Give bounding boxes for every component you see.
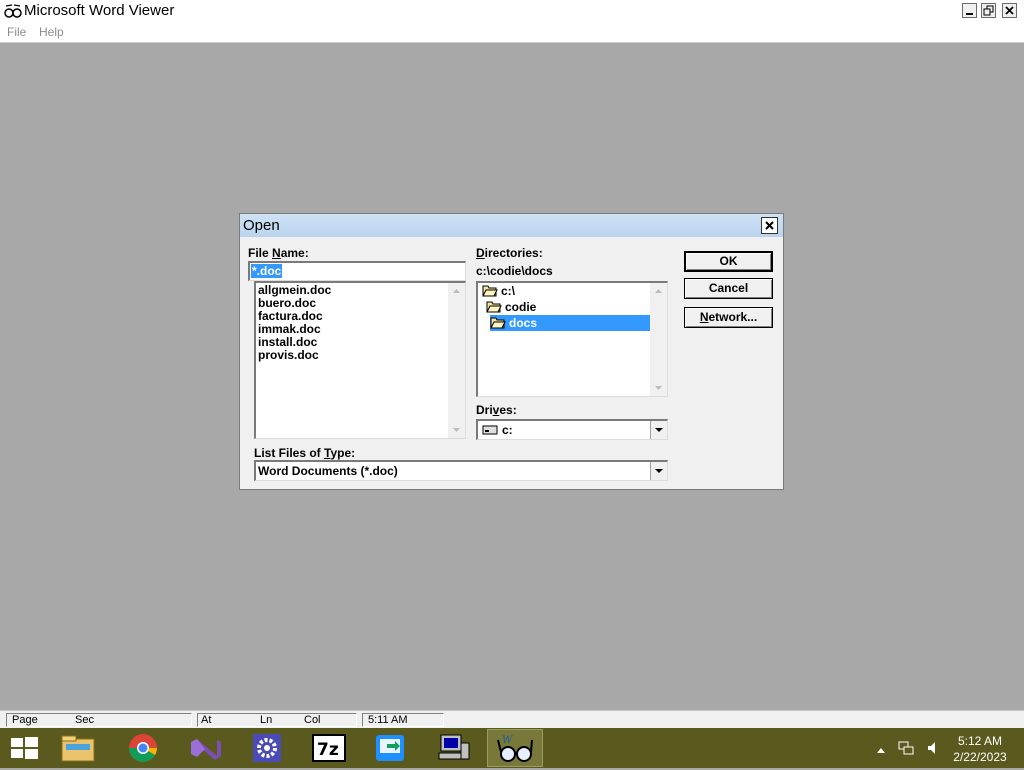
hard-drive-icon — [482, 424, 498, 439]
drives-dropdown[interactable]: c: — [476, 419, 668, 440]
taskbar-file-explorer[interactable] — [50, 729, 106, 767]
taskbar-remote-app[interactable] — [363, 729, 419, 767]
dialog-titlebar: Open — [240, 214, 783, 237]
file-list-scrollbar[interactable] — [448, 283, 465, 438]
taskbar-7zip[interactable]: 7z — [301, 729, 357, 767]
status-time: 5:11 AM — [368, 714, 408, 726]
taskbar: 7z W 5:12 AM 2/22/2023 — [0, 728, 1024, 768]
taskbar-visual-studio[interactable] — [177, 729, 233, 767]
glasses-icon: W — [497, 735, 533, 762]
file-name-input[interactable]: *.doc — [248, 261, 466, 281]
show-hidden-icons-icon[interactable] — [876, 743, 886, 757]
ok-button[interactable]: OK — [684, 251, 773, 272]
open-dialog: Open File Name: *.doc allgmein.doc buero… — [239, 213, 784, 490]
directory-item-root[interactable]: c:\ — [482, 283, 515, 299]
menu-bar: File Help — [0, 22, 1024, 43]
taskbar-word-viewer[interactable]: W — [487, 729, 543, 767]
volume-icon[interactable] — [926, 740, 940, 759]
menu-help[interactable]: Help — [39, 25, 64, 39]
directory-list[interactable]: c:\ codie docs — [476, 281, 668, 397]
tray-clock-date[interactable]: 2/22/2023 — [950, 750, 1010, 764]
7zip-icon: 7z — [312, 734, 346, 762]
status-position-cell — [197, 713, 357, 727]
current-path: c:\codie\docs — [476, 264, 553, 278]
window-titlebar: Microsoft Word Viewer — [0, 0, 1024, 23]
file-type-dropdown[interactable]: Word Documents (*.doc) — [254, 460, 668, 481]
dialog-title: Open — [243, 217, 280, 234]
status-ln: Ln — [260, 714, 273, 726]
scroll-up-icon[interactable] — [448, 283, 465, 300]
scroll-down-icon[interactable] — [650, 379, 667, 396]
gear-icon — [253, 734, 281, 762]
svg-text:W: W — [502, 735, 513, 746]
directory-item-docs[interactable]: docs — [490, 315, 650, 331]
status-col: Col — [304, 714, 321, 726]
taskbar-chrome[interactable] — [115, 729, 171, 767]
directory-list-scrollbar[interactable] — [650, 283, 667, 396]
file-list[interactable]: allgmein.doc buero.doc factura.doc immak… — [254, 281, 466, 439]
scroll-down-icon[interactable] — [448, 421, 465, 438]
dialog-close-button[interactable] — [761, 217, 778, 234]
window-title: Microsoft Word Viewer — [24, 2, 175, 19]
file-type-value: Word Documents (*.doc) — [258, 464, 398, 478]
visual-studio-icon — [191, 739, 221, 760]
network-button[interactable]: Network... — [684, 307, 773, 328]
windows-logo-icon — [11, 737, 38, 759]
file-name-value: *.doc — [251, 264, 283, 278]
word-viewer-icon — [4, 3, 22, 19]
close-window-button[interactable] — [1002, 3, 1017, 18]
chevron-down-icon[interactable] — [650, 421, 667, 439]
drive-value: c: — [502, 423, 513, 437]
taskbar-network-computer[interactable] — [425, 729, 481, 767]
drives-label: Drives: — [476, 403, 517, 417]
taskbar-settings[interactable] — [239, 729, 295, 767]
directory-item-codie[interactable]: codie — [486, 299, 536, 315]
network-status-icon[interactable] — [898, 740, 914, 759]
file-name-label: File Name: — [248, 246, 309, 260]
open-folder-icon — [490, 316, 506, 333]
folder-icon — [61, 735, 95, 762]
menu-file[interactable]: File — [7, 25, 26, 39]
cancel-button[interactable]: Cancel — [684, 278, 773, 299]
status-at: At — [201, 714, 212, 726]
directories-label: Directories: — [476, 246, 543, 260]
start-button[interactable] — [0, 729, 48, 767]
status-bar: Page Sec At Ln Col 5:11 AM — [0, 710, 1024, 729]
list-item[interactable]: provis.doc — [258, 349, 319, 362]
chevron-down-icon[interactable] — [650, 462, 667, 480]
remote-app-icon — [376, 735, 404, 761]
status-sec: Sec — [75, 714, 94, 726]
tray-clock-time[interactable]: 5:12 AM — [950, 734, 1010, 748]
status-page: Page — [12, 714, 38, 726]
svg-text:7z: 7z — [317, 740, 339, 760]
minimize-button[interactable] — [962, 3, 977, 18]
restore-button[interactable] — [981, 3, 996, 18]
chrome-icon — [129, 734, 157, 762]
scroll-up-icon[interactable] — [650, 283, 667, 300]
computer-icon — [438, 734, 470, 760]
file-type-label: List Files of Type: — [254, 446, 356, 460]
